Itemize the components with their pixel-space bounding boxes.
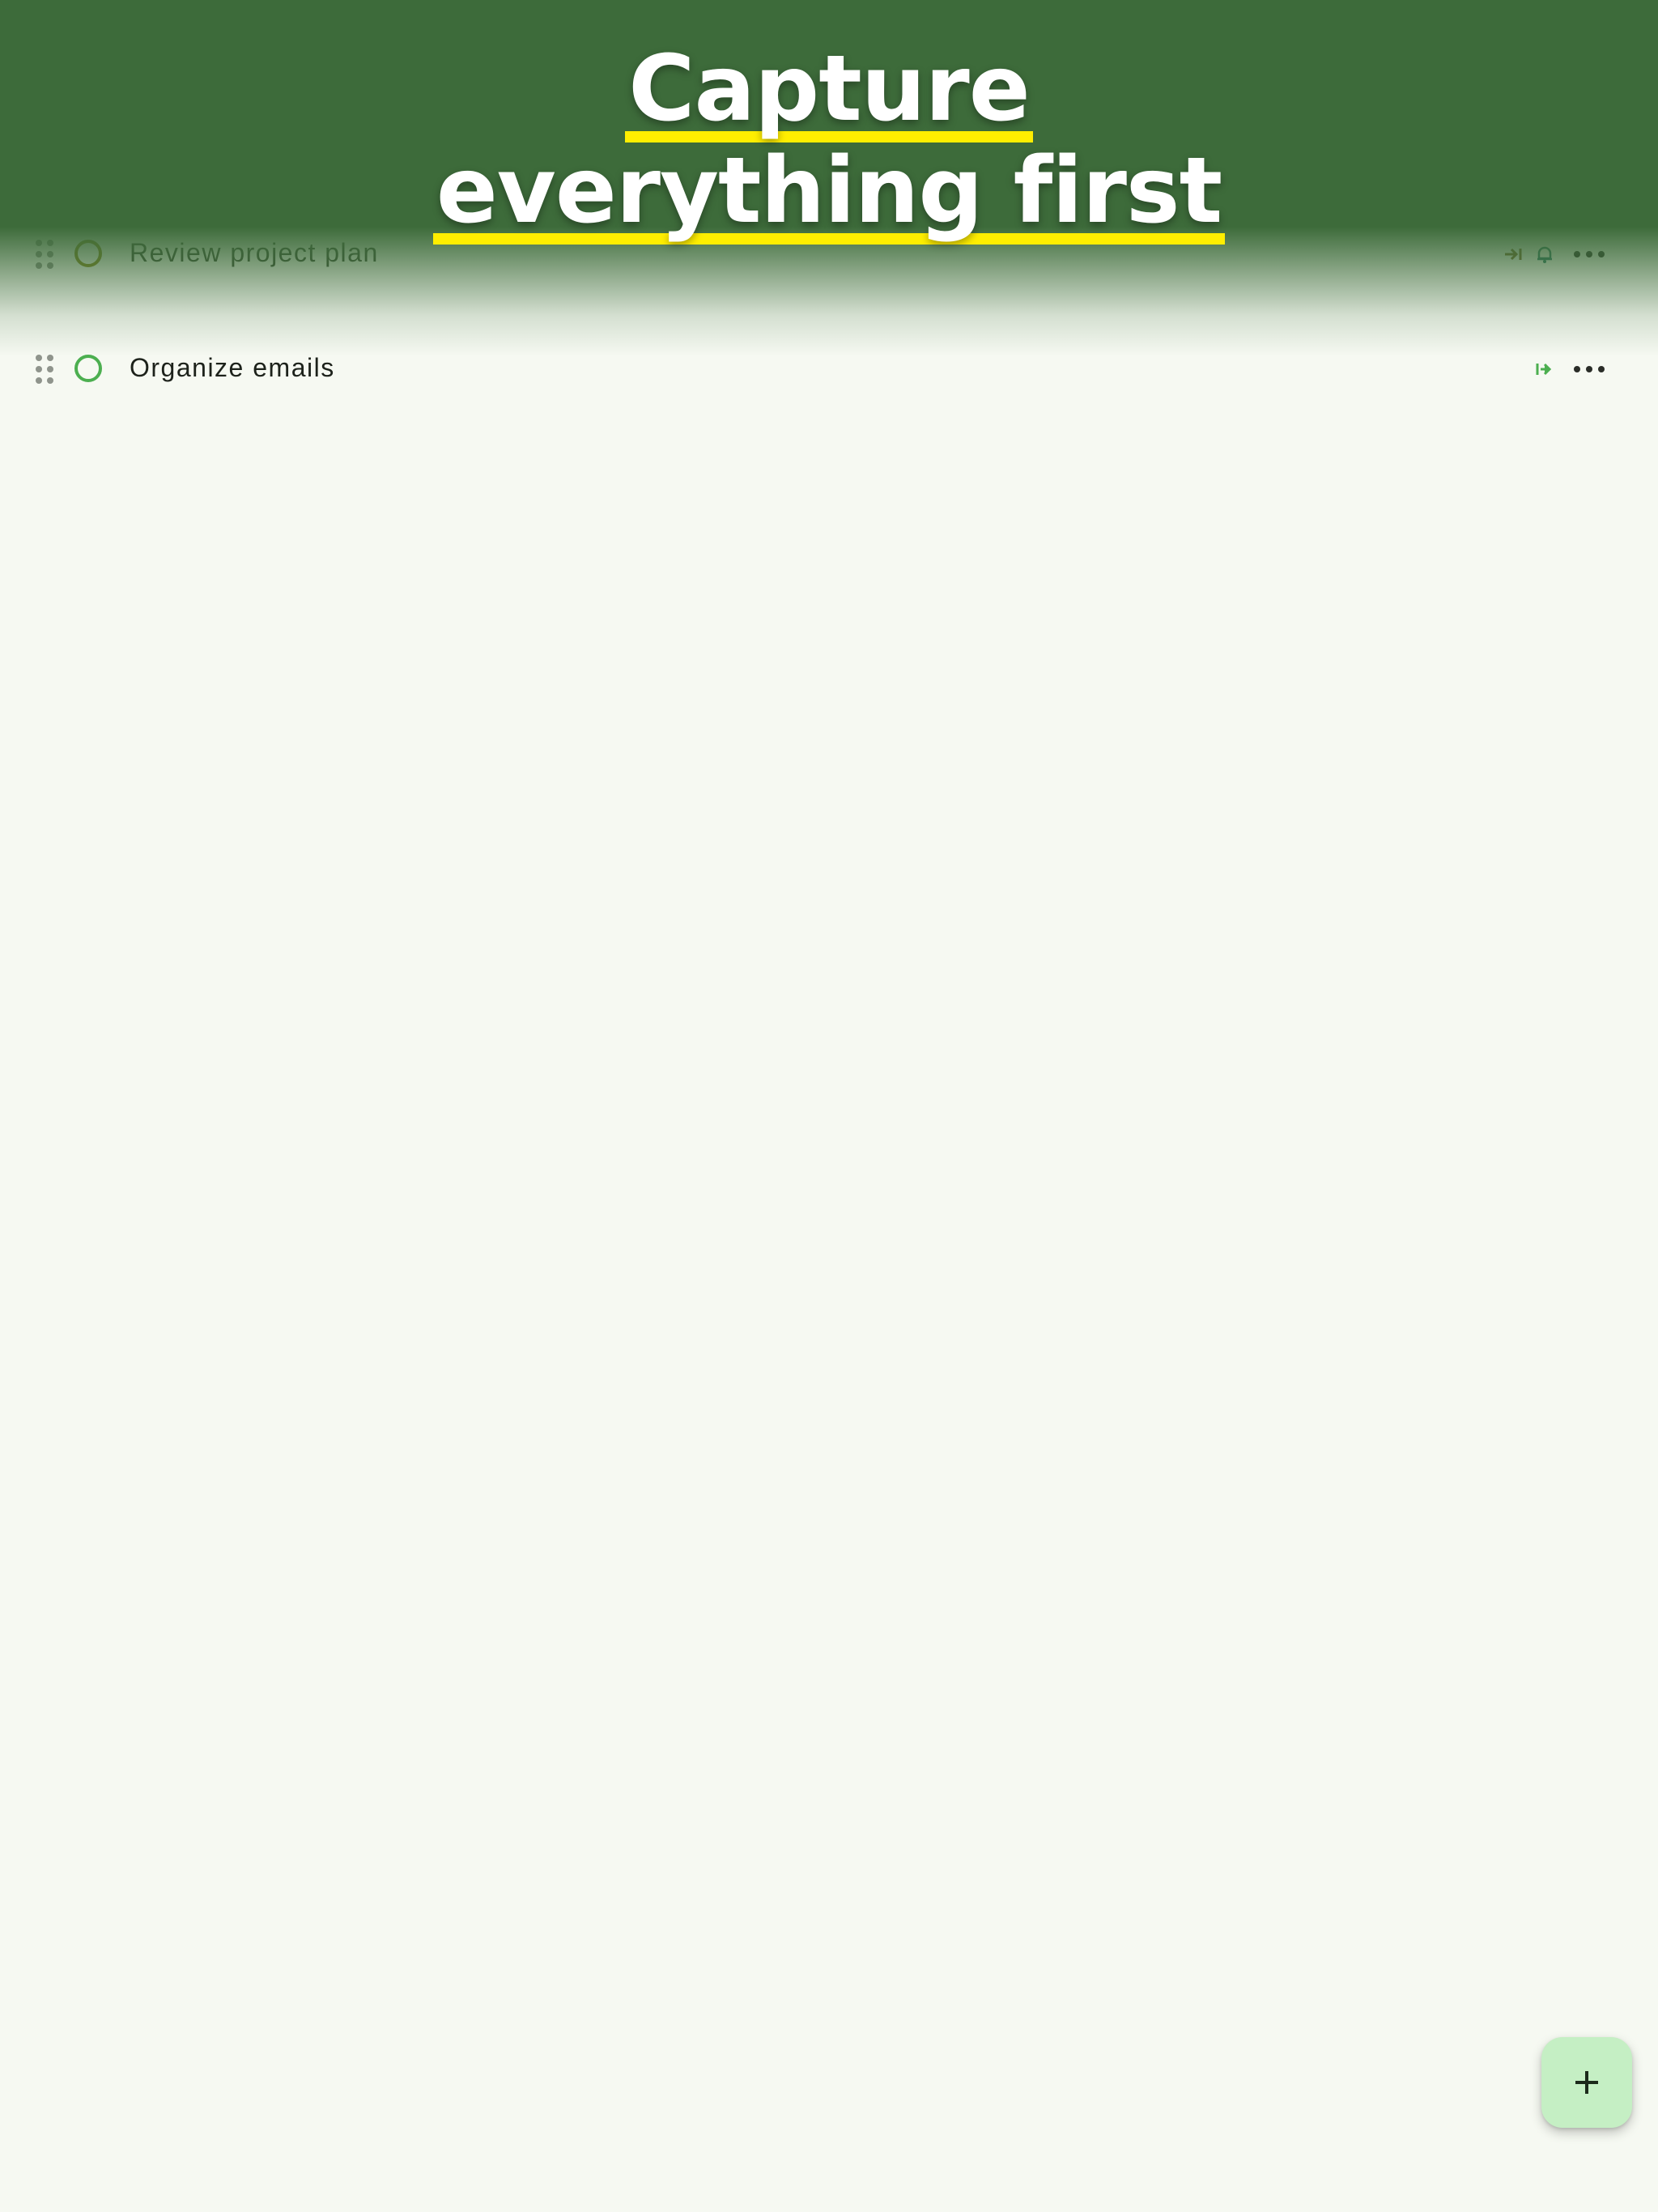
search-icon[interactable]: [1451, 65, 1486, 100]
task-row[interactable]: Organize emails: [0, 322, 1658, 419]
more-options-icon[interactable]: [1574, 364, 1606, 374]
plus-icon: [1575, 2071, 1598, 2094]
filter-icon[interactable]: [1525, 65, 1561, 100]
top-app-bar: Inbox: [0, 0, 1658, 194]
profile-icon[interactable]: [1600, 65, 1635, 100]
task-title[interactable]: Review project plan: [130, 238, 379, 268]
more-options-icon[interactable]: [1574, 249, 1606, 259]
drag-handle-icon[interactable]: [36, 240, 55, 272]
page-title: Inbox: [45, 145, 160, 194]
hamburger-menu-icon[interactable]: [29, 70, 62, 92]
drag-handle-icon[interactable]: [36, 355, 55, 387]
task-complete-checkbox[interactable]: [74, 240, 102, 267]
move-to-icon: [1536, 363, 1552, 376]
move-to-icon: [1505, 248, 1522, 261]
task-row[interactable]: Review project plan: [0, 207, 1658, 304]
reminder-bell-icon: [1537, 246, 1552, 263]
add-task-button[interactable]: [1541, 2037, 1632, 2128]
task-complete-checkbox[interactable]: [74, 355, 102, 382]
task-title[interactable]: Organize emails: [130, 353, 335, 383]
app-screen: Inbox Review project plan Organize email…: [0, 0, 1658, 2212]
refresh-icon[interactable]: [1373, 65, 1409, 100]
